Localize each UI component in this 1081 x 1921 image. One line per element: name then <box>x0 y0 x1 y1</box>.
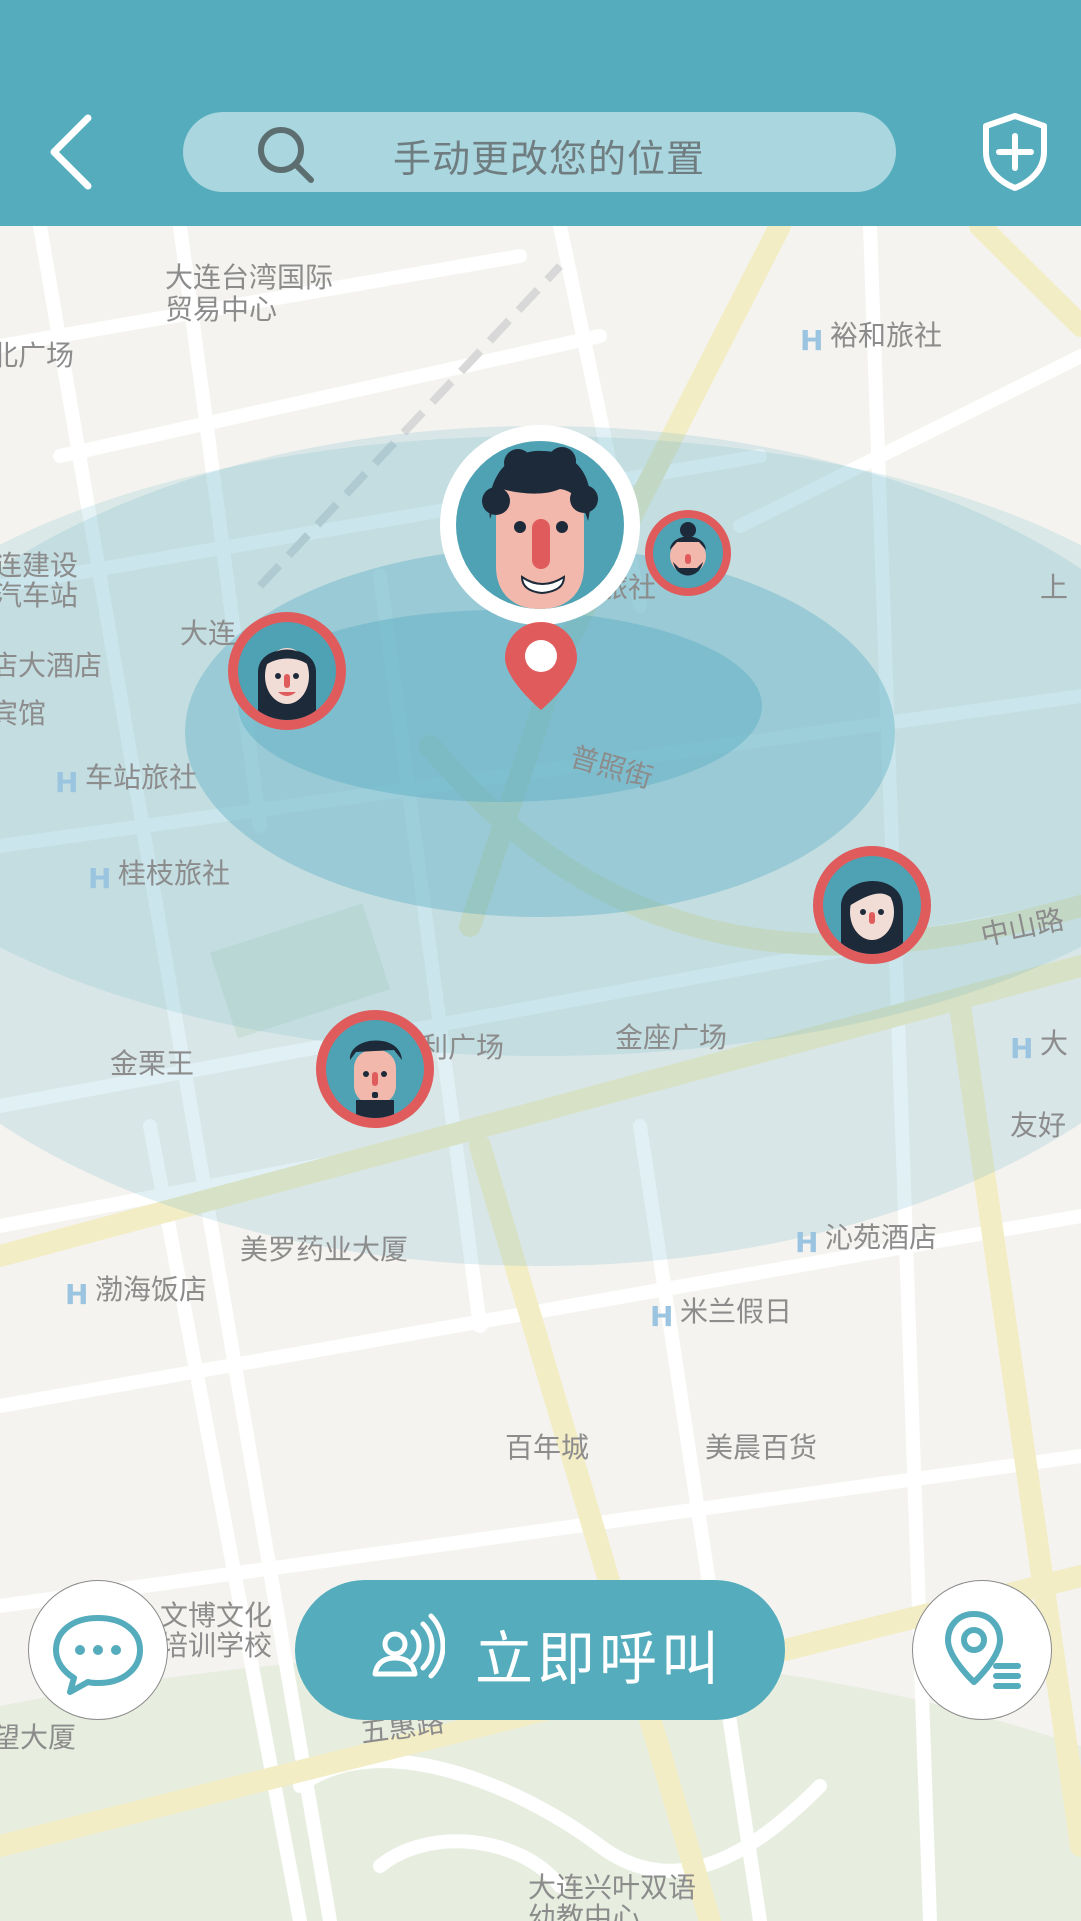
safety-button[interactable] <box>980 112 1050 192</box>
hotel-icon: H <box>65 1278 89 1311</box>
map-label: 大连 <box>180 617 237 650</box>
face-avatar-icon <box>482 447 598 609</box>
map-label-text: 车站旅社 <box>85 761 198 794</box>
map-label: 汽车站 <box>0 579 79 612</box>
map-label-text: 渤海饭店 <box>95 1273 208 1306</box>
map-label: 望大厦 <box>0 1721 77 1754</box>
map-label: 美罗药业大厦 <box>240 1233 409 1266</box>
face-avatar-icon <box>258 648 316 720</box>
face-avatar-icon <box>349 1040 402 1118</box>
nearby-user-avatar[interactable] <box>645 510 731 596</box>
my-avatar[interactable] <box>440 425 640 625</box>
map-label: 上 <box>1040 571 1069 604</box>
map-label: H 裕和旅社 <box>800 314 943 357</box>
map-label-text: 大 <box>1040 1027 1069 1060</box>
nearby-user-avatar[interactable] <box>813 846 931 964</box>
nearby-user-avatar[interactable] <box>316 1010 434 1128</box>
map-label: 金栗王 <box>110 1047 195 1080</box>
hotel-icon: H <box>795 1226 819 1259</box>
chat-button[interactable] <box>28 1580 168 1720</box>
chat-bubble-icon <box>53 1615 143 1695</box>
search-icon <box>258 127 314 183</box>
map-label: 贸易中心 <box>165 293 278 326</box>
map-label: H大 <box>1010 1022 1069 1065</box>
hotel-icon: H <box>800 324 824 357</box>
top-bar: 手动更改您的位置 <box>0 0 1081 226</box>
map-label: H 渤海饭店 <box>65 1268 208 1311</box>
map-label: 百年城 <box>505 1431 590 1464</box>
map-label: 友好 <box>1010 1109 1067 1142</box>
location-list-button[interactable] <box>912 1580 1052 1720</box>
voice-call-icon <box>372 1613 445 1679</box>
map-label: 幼教中心 <box>528 1901 641 1921</box>
hotel-icon: H <box>1010 1032 1034 1065</box>
hotel-icon: H <box>55 766 79 799</box>
face-avatar-icon <box>670 522 706 576</box>
map-label-text: 裕和旅社 <box>830 319 943 352</box>
map-label: 店大酒店 <box>0 649 103 682</box>
search-bar[interactable]: 手动更改您的位置 <box>183 112 896 192</box>
hotel-icon: H <box>88 862 112 895</box>
call-now-label: 立即呼叫 <box>475 1625 724 1693</box>
call-now-button[interactable]: 立即呼叫 <box>295 1580 785 1720</box>
map-label: 美晨百货 <box>705 1431 818 1464</box>
search-input[interactable]: 手动更改您的位置 <box>393 128 705 183</box>
map-label: 金座广场 <box>615 1021 728 1054</box>
map-label-text: 米兰假日 <box>680 1295 793 1328</box>
location-list-icon <box>945 1611 1021 1689</box>
chevron-left-icon <box>50 114 92 190</box>
shield-plus-icon <box>983 113 1047 191</box>
map-label: 宾馆 <box>0 697 47 730</box>
map-label-text: 桂枝旅社 <box>118 857 231 890</box>
nearby-user-avatar[interactable] <box>228 612 346 730</box>
map-label: H 沁苑酒店 <box>795 1216 938 1259</box>
map-label: 培训学校 <box>160 1629 273 1662</box>
location-pin-icon <box>505 622 577 710</box>
map-label: H 米兰假日 <box>650 1290 793 1333</box>
hotel-icon: H <box>650 1300 674 1333</box>
back-button[interactable] <box>40 110 110 190</box>
map-label-text: 沁苑酒店 <box>825 1221 938 1254</box>
face-avatar-icon <box>840 880 903 954</box>
map-label: H 桂枝旅社 <box>88 852 231 895</box>
map-label: 北广场 <box>0 339 75 372</box>
map-label: H 车站旅社 <box>55 756 198 799</box>
